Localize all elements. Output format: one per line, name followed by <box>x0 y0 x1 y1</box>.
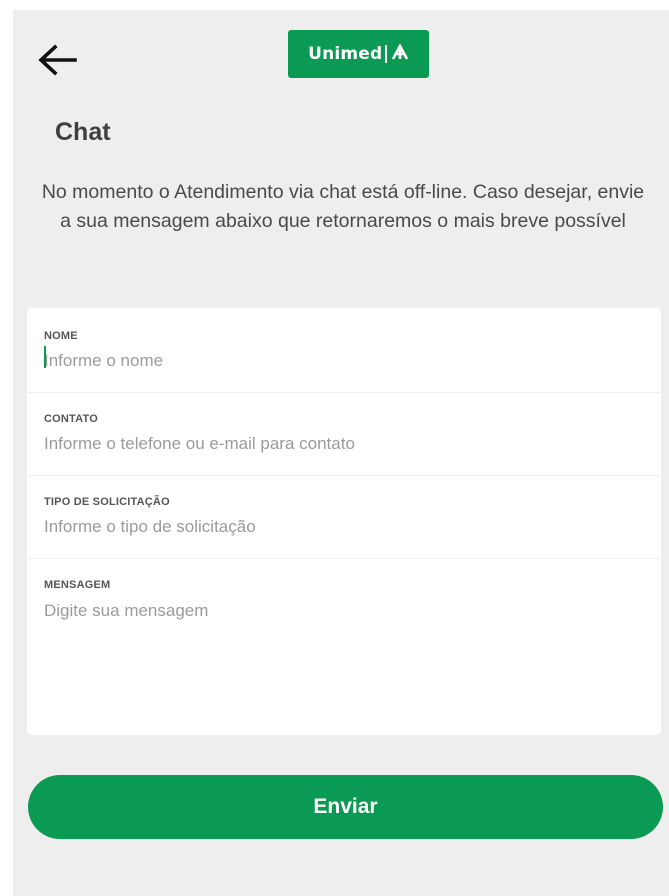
contato-input[interactable] <box>44 434 634 454</box>
tipo-solicitacao-input[interactable] <box>44 517 634 537</box>
nome-label: NOME <box>44 330 78 342</box>
contact-form: NOME CONTATO TIPO DE SOLICITAÇÃO MENSAGE… <box>27 308 661 735</box>
unimed-logo: Unimed <box>288 30 429 78</box>
tipo-field-group: TIPO DE SOLICITAÇÃO <box>27 496 661 537</box>
tipo-solicitacao-label: TIPO DE SOLICITAÇÃO <box>44 496 170 508</box>
send-button[interactable]: Enviar <box>28 775 663 839</box>
mensagem-field-group: MENSAGEM <box>27 579 661 720</box>
mensagem-label: MENSAGEM <box>44 579 111 591</box>
chat-screen: Unimed Chat No momento o Atendimento via… <box>13 10 669 896</box>
field-divider <box>27 392 661 393</box>
text-cursor <box>44 346 46 368</box>
offline-notice: No momento o Atendimento via chat está o… <box>41 181 645 232</box>
logo-mark-icon <box>391 43 409 64</box>
nome-input[interactable] <box>44 351 634 371</box>
field-divider <box>27 558 661 559</box>
contato-label: CONTATO <box>44 413 98 425</box>
logo-text: Unimed <box>308 44 383 64</box>
app-header: Unimed <box>13 10 669 100</box>
logo-separator <box>385 45 387 63</box>
arrow-left-icon <box>38 44 77 76</box>
field-divider <box>27 475 661 476</box>
back-button[interactable] <box>35 38 79 82</box>
mensagem-textarea[interactable] <box>44 600 634 720</box>
page-title: Chat <box>55 118 111 146</box>
contato-field-group: CONTATO <box>27 413 661 454</box>
nome-field-group: NOME <box>27 330 661 371</box>
